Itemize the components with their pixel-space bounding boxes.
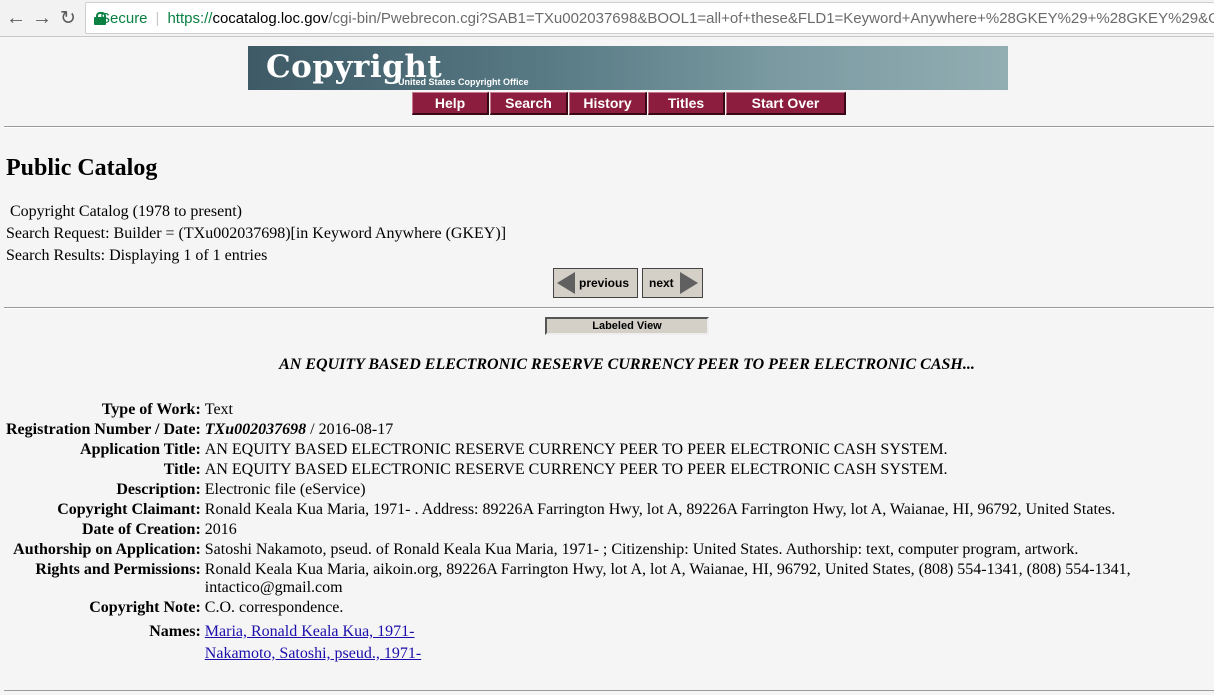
titles-button[interactable]: Titles xyxy=(648,92,725,115)
top-divider xyxy=(4,126,1214,128)
catalog-line: Copyright Catalog (1978 to present) xyxy=(10,203,242,220)
rights-label: Rights and Permissions: xyxy=(35,561,201,578)
page-title: Public Catalog xyxy=(6,155,158,181)
registration-value: TXu002037698 / 2016-08-17 xyxy=(205,420,1131,440)
help-button[interactable]: Help xyxy=(412,92,489,115)
claimant-value: Ronald Keala Kua Maria, 1971- . Address:… xyxy=(204,501,1116,518)
type-of-work-row: Type of Work: Text xyxy=(4,400,1131,420)
catalog-nav: Help Search History Titles Start Over xyxy=(412,92,847,115)
creation-row: Date of Creation: 2016 xyxy=(4,520,1131,540)
labeled-view-button[interactable]: Labeled View xyxy=(545,317,709,335)
type-of-work-value: Text xyxy=(204,401,233,418)
application-title-value: AN EQUITY BASED ELECTRONIC RESERVE CURRE… xyxy=(204,441,948,458)
rights-row: Rights and Permissions: Ronald Keala Kua… xyxy=(4,560,1131,598)
next-arrow-icon xyxy=(679,272,698,294)
bottom-divider xyxy=(4,690,1214,691)
type-of-work-label: Type of Work: xyxy=(101,401,201,418)
record-heading: AN EQUITY BASED ELECTRONIC RESERVE CURRE… xyxy=(279,356,975,373)
reload-icon: ↻ xyxy=(60,7,76,29)
arrow-left-icon: ← xyxy=(6,6,26,29)
title-row: Title: AN EQUITY BASED ELECTRONIC RESERV… xyxy=(4,460,1131,480)
copyright-office-banner: Copyright United States Copyright Office xyxy=(248,46,1008,90)
start-over-button[interactable]: Start Over xyxy=(726,92,846,115)
note-value: C.O. correspondence. xyxy=(204,599,344,616)
back-button[interactable]: ← xyxy=(3,5,29,31)
registration-row: Registration Number / Date: TXu002037698… xyxy=(4,420,1131,440)
previous-arrow-icon xyxy=(557,272,575,294)
previous-button[interactable]: previous xyxy=(553,268,638,298)
note-row: Copyright Note: C.O. correspondence. xyxy=(4,598,1131,618)
rights-line-1: Ronald Keala Kua Maria, aikoin.org, 8922… xyxy=(204,561,1131,578)
copyright-office-subtitle: United States Copyright Office xyxy=(398,77,529,87)
url-scheme: https:// xyxy=(167,9,213,27)
title-value: AN EQUITY BASED ELECTRONIC RESERVE CURRE… xyxy=(204,461,948,478)
claimant-label: Copyright Claimant: xyxy=(57,501,201,518)
application-title-label: Application Title: xyxy=(80,441,201,458)
application-title-row: Application Title: AN EQUITY BASED ELECT… xyxy=(4,440,1131,460)
name-link-maria[interactable]: Maria, Ronald Keala Kua, 1971- xyxy=(205,623,415,640)
authorship-value: Satoshi Nakamoto, pseud. of Ronald Keala… xyxy=(204,541,1079,558)
claimant-row: Copyright Claimant: Ronald Keala Kua Mar… xyxy=(4,500,1131,520)
description-label: Description: xyxy=(116,481,201,498)
secure-label: Secure xyxy=(100,9,148,27)
address-bar[interactable]: Secure | https://cocatalog.loc.gov/cgi-b… xyxy=(85,2,1214,34)
description-value: Electronic file (eService) xyxy=(204,481,366,498)
forward-button[interactable]: → xyxy=(29,5,55,31)
next-label: next xyxy=(649,276,674,290)
names-row: Names: Maria, Ronald Keala Kua, 1971- Na… xyxy=(4,622,1131,664)
history-button[interactable]: History xyxy=(569,92,647,115)
authorship-row: Authorship on Application: Satoshi Nakam… xyxy=(4,540,1131,560)
next-button[interactable]: next xyxy=(642,268,703,298)
url-host: cocatalog.loc.gov xyxy=(212,9,329,27)
title-label: Title: xyxy=(163,461,201,478)
url-path: /cgi-bin/Pwebrecon.cgi?SAB1=TXu002037698… xyxy=(328,9,1214,27)
search-results: Search Results: Displaying 1 of 1 entrie… xyxy=(6,247,268,264)
note-label: Copyright Note: xyxy=(89,599,201,616)
names-label: Names: xyxy=(149,623,201,640)
description-row: Description: Electronic file (eService) xyxy=(4,480,1131,500)
creation-label: Date of Creation: xyxy=(82,521,201,538)
search-button[interactable]: Search xyxy=(490,92,568,115)
registration-date: / 2016-08-17 xyxy=(306,421,394,438)
registration-label: Registration Number / Date: xyxy=(6,421,201,438)
creation-value: 2016 xyxy=(204,521,237,538)
rights-email: intactico@gmail.com xyxy=(204,579,343,596)
browser-toolbar: ← → ↻ Secure | https://cocatalog.loc.gov… xyxy=(0,0,1214,37)
address-separator: | xyxy=(155,9,160,27)
record-details: Type of Work: Text Registration Number /… xyxy=(4,400,1131,664)
arrow-right-icon: → xyxy=(32,6,52,29)
results-divider xyxy=(4,307,1214,309)
reload-button[interactable]: ↻ xyxy=(55,5,81,31)
name-link-nakamoto[interactable]: Nakamoto, Satoshi, pseud., 1971- xyxy=(205,645,421,662)
registration-number: TXu002037698 xyxy=(204,421,307,438)
authorship-label: Authorship on Application: xyxy=(13,541,201,558)
previous-label: previous xyxy=(579,276,630,290)
names-value: Maria, Ronald Keala Kua, 1971- Nakamoto,… xyxy=(205,622,1131,664)
search-request: Search Request: Builder = (TXu002037698)… xyxy=(6,225,507,242)
rights-value: Ronald Keala Kua Maria, aikoin.org, 8922… xyxy=(205,560,1131,598)
